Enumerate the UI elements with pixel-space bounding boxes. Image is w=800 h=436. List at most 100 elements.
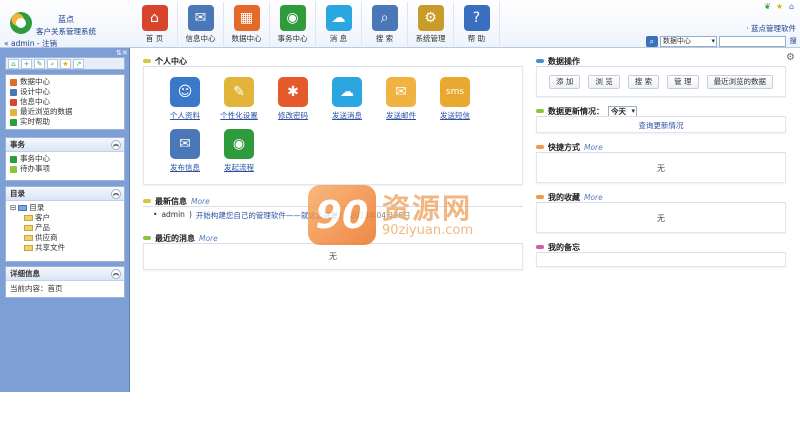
personalize-icon: ✎ — [224, 77, 254, 107]
leaf-icon[interactable]: ❦ — [763, 2, 772, 11]
nav-item[interactable]: ▦ 数据中心 — [224, 2, 270, 46]
news-link[interactable]: 开始构建您自己的管理软件——就这么简单！ — [196, 210, 346, 221]
more-link[interactable]: More — [584, 143, 603, 152]
collapse-arrows-icon[interactable]: « — [4, 39, 9, 48]
home-tool-icon[interactable]: ⌂ — [8, 59, 19, 69]
personal-item-label: 个性化设置 — [220, 111, 258, 120]
nav-item[interactable]: ☁ 消 息 — [316, 2, 362, 46]
collapse-icon[interactable]: ︽ — [111, 269, 121, 279]
section-title: 快捷方式 — [548, 142, 580, 152]
details-panel-header[interactable]: 详细信息 ︽ — [6, 267, 124, 281]
section-marker-icon — [536, 145, 544, 149]
personal-item-label: 发起流程 — [224, 163, 254, 172]
tree-toggle-icon[interactable]: ⊟ — [10, 203, 16, 213]
catalog-item-label: 共享文件 — [35, 243, 65, 252]
sidebar-item[interactable]: 事务中心 — [10, 154, 120, 164]
search-scope-select[interactable]: 数据中心 — [659, 35, 718, 47]
catalog-item-label: 供应商 — [35, 233, 58, 242]
empty-text: 无 — [657, 214, 665, 223]
sidebar-item-icon — [10, 118, 17, 126]
search-tool-icon[interactable]: ⌕ — [47, 59, 58, 69]
personal-item[interactable]: ◉ 发起流程 — [212, 129, 266, 173]
sidebar-item[interactable]: 设计中心 — [10, 87, 120, 97]
start-flow-icon: ◉ — [224, 129, 254, 159]
favorites: 我的收藏 More 无 — [536, 191, 786, 233]
personal-item[interactable]: ☺ 个人资料 — [158, 77, 212, 121]
nav-item[interactable]: ⌂ 首 页 — [132, 2, 178, 46]
nav-item[interactable]: ✉ 信息中心 — [178, 2, 224, 46]
catalog-item[interactable]: 产品 — [24, 223, 120, 233]
collapse-icon[interactable]: ︽ — [111, 189, 121, 199]
data-op-button[interactable]: 最近浏览的数据 — [706, 75, 774, 89]
section-marker-icon — [143, 59, 151, 63]
send-sms-icon: sms — [440, 77, 470, 107]
personal-item-label: 发送短信 — [440, 111, 470, 120]
catalog-item[interactable]: 共享文件 — [24, 243, 120, 253]
section-title: 数据操作 — [548, 56, 580, 66]
personal-item[interactable]: ✎ 个性化设置 — [212, 77, 266, 121]
info-center-icon: ✉ — [187, 5, 214, 31]
news-item[interactable]: • admin ) 开始构建您自己的管理软件——就这么简单！ 2013年04月2… — [143, 207, 523, 224]
sidebar-item[interactable]: 实时帮助 — [10, 117, 120, 127]
catalog-item[interactable]: 客户 — [24, 213, 120, 223]
sidebar-item[interactable]: 信息中心 — [10, 97, 120, 107]
data-op-button[interactable]: 添 加 — [549, 75, 581, 89]
section-title: 我的收藏 — [548, 192, 580, 202]
star-icon[interactable]: ★ — [775, 2, 784, 11]
section-title: 个人中心 — [155, 56, 187, 66]
nav-item[interactable]: ⌕ 搜 索 — [362, 2, 408, 46]
personal-item[interactable]: ✉ 发送邮件 — [374, 77, 428, 121]
personal-item[interactable]: ✱ 修改密码 — [266, 77, 320, 121]
personal-item-label: 发送消息 — [332, 111, 362, 120]
more-link[interactable]: More — [584, 193, 603, 202]
details-panel: 详细信息 ︽ 当前内容：首页 — [5, 266, 125, 298]
shortcuts: 快捷方式 More 无 — [536, 141, 786, 183]
affairs-panel-header[interactable]: 事务 ︽ — [6, 138, 124, 152]
nav-item[interactable]: ◉ 事务中心 — [270, 2, 316, 46]
folder-icon — [24, 215, 33, 221]
sidebar-item[interactable]: 数据中心 — [10, 77, 120, 87]
catalog-panel-header[interactable]: 目录 ︽ — [6, 187, 124, 201]
data-updates: 数据更新情况： 今天 查询更新情况 — [536, 105, 786, 133]
collapse-icon[interactable]: ︽ — [111, 140, 121, 150]
nav-label: 信息中心 — [185, 34, 216, 43]
more-link[interactable]: More — [199, 234, 218, 243]
logout-link[interactable]: 注销 — [42, 39, 57, 48]
home-small-icon[interactable]: ⌂ — [787, 2, 796, 11]
more-link[interactable]: More — [191, 197, 210, 206]
data-op-button[interactable]: 浏 览 — [588, 75, 620, 89]
sidebar-item[interactable]: 最近浏览的数据 — [10, 107, 120, 117]
share-tool-icon[interactable]: ↗ — [73, 59, 84, 69]
settings-gear-icon[interactable]: ⚙ — [786, 52, 795, 63]
empty-text: 无 — [657, 164, 665, 173]
catalog-root[interactable]: ⊟ 目录 — [10, 203, 120, 213]
catalog-item[interactable]: 供应商 — [24, 233, 120, 243]
pin-icon[interactable]: ⇅✕ — [116, 49, 128, 57]
nav-item[interactable]: ? 帮 助 — [454, 2, 500, 46]
affairs-panel: 事务 ︽ 事务中心 待办事项 — [5, 137, 125, 181]
nav-item[interactable]: ⚙ 系统管理 — [408, 2, 454, 46]
favorite-tool-icon[interactable]: ★ — [60, 59, 71, 69]
logo-mark-icon — [10, 12, 32, 34]
query-updates-link[interactable]: 查询更新情况 — [639, 121, 684, 130]
username: admin — [10, 39, 35, 48]
profile-icon: ☺ — [170, 77, 200, 107]
news-date: 2013年04月28日 — [349, 211, 411, 220]
data-op-button[interactable]: 搜 索 — [627, 75, 660, 89]
section-marker-icon — [536, 195, 544, 199]
add-tool-icon[interactable]: + — [21, 59, 32, 69]
data-center-icon: ▦ — [233, 5, 260, 31]
search-input[interactable] — [719, 35, 787, 47]
sidebar-item-label: 数据中心 — [20, 77, 50, 86]
sidebar-item-icon — [10, 165, 17, 173]
period-select[interactable]: 今天 — [608, 105, 637, 117]
personal-item[interactable]: ✉ 发布信息 — [158, 129, 212, 173]
sidebar-item[interactable]: 待办事项 — [10, 164, 120, 174]
edit-tool-icon[interactable]: ✎ — [34, 59, 45, 69]
personal-item[interactable]: ☁ 发送消息 — [320, 77, 374, 121]
personal-item-label: 发送邮件 — [386, 111, 416, 120]
search-button[interactable]: 搜 — [788, 36, 798, 47]
search-icon: ⌕ — [646, 35, 658, 47]
data-op-button[interactable]: 管 理 — [667, 75, 699, 89]
personal-item[interactable]: sms 发送短信 — [428, 77, 482, 121]
